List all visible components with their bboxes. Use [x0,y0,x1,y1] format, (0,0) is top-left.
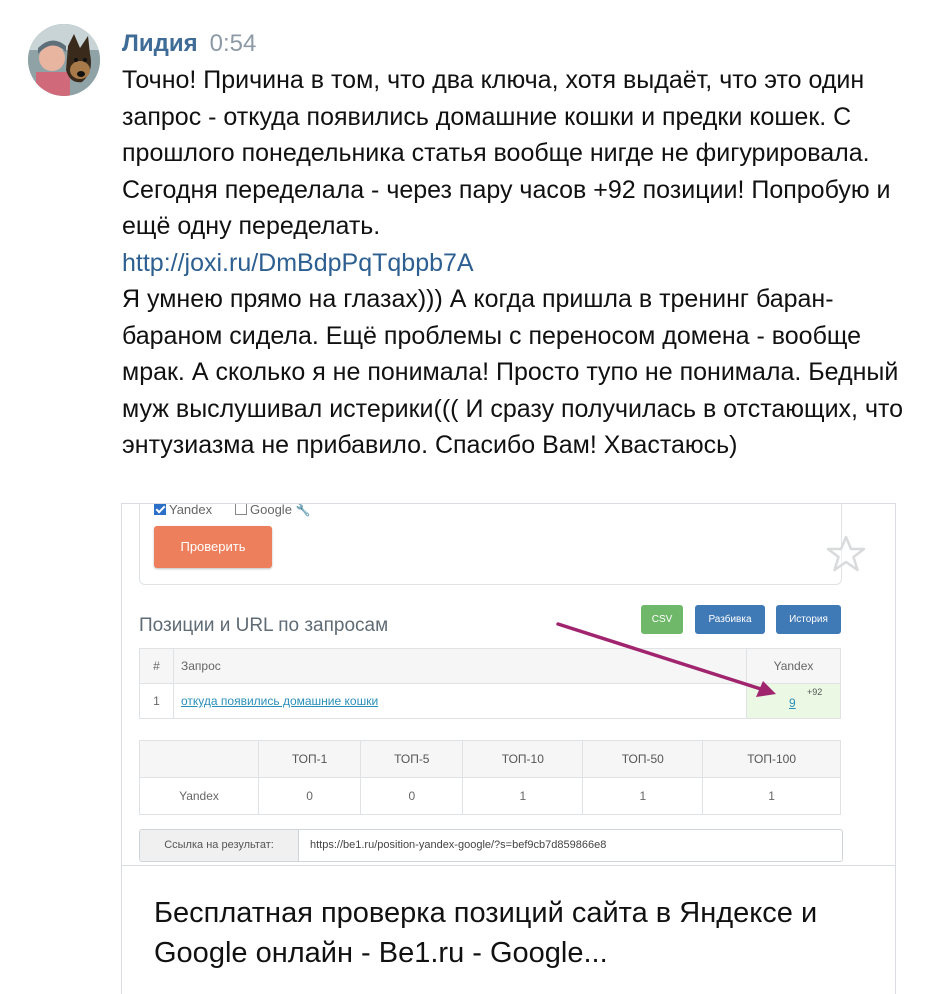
google-checkbox: Google 🔧 [235,503,311,517]
table-row: Yandex 0 0 1 1 1 [139,777,841,815]
query-table: # Запрос Yandex 1 откуда появились домаш… [139,648,841,719]
top-header: ТОП-1 [257,740,362,778]
checkbox-checked-icon [154,504,166,515]
top-cell: 0 [360,777,464,815]
top-header: ТОП-50 [582,740,704,778]
position-cell: 9 +92 [746,683,841,719]
author-name[interactable]: Лидия [122,30,198,57]
top-cell: 0 [257,777,362,815]
top-cell: 1 [582,777,704,815]
top-cell: 1 [462,777,584,815]
message-text: Точно! Причина в том, что два ключа, хот… [122,62,922,464]
message-link[interactable]: http://joxi.ru/DmBdpPqTqbpb7A [122,249,474,277]
section-title: Позиции и URL по запросам [139,615,389,636]
wrench-icon: 🔧 [295,503,311,517]
link-preview-card[interactable]: Yandex Google 🔧 Проверить Позиции и URL … [121,503,896,994]
top-header: ТОП-100 [702,740,841,778]
top-header [139,740,259,778]
message-header: Лидия 0:54 [122,30,256,58]
avatar[interactable] [28,24,100,96]
card-title[interactable]: Бесплатная проверка позиций сайта в Янде… [154,893,854,973]
check-form: Yandex Google 🔧 Проверить [139,503,842,585]
message-paragraph: Я умнею прямо на глазах))) А когда пришл… [122,285,904,459]
message-paragraph: Точно! Причина в том, что два ключа, хот… [122,66,891,240]
position-delta: +92 [807,687,823,697]
checkbox-unchecked-icon [235,504,247,515]
top-cell: Yandex [139,777,259,815]
preview-screenshot: Yandex Google 🔧 Проверить Позиции и URL … [122,504,895,864]
message-time: 0:54 [209,30,257,57]
breakdown-button: Разбивка [695,605,765,634]
csv-button: CSV [641,605,683,634]
position-value: 9 [789,696,796,710]
result-link-value: https://be1.ru/position-yandex-google/?s… [310,839,607,851]
history-button: История [776,605,841,634]
col-query: Запрос [173,648,747,684]
top-header: ТОП-10 [462,740,584,778]
check-button: Проверить [154,526,272,568]
result-link-label: Ссылка на результат: [140,830,299,861]
col-yandex: Yandex [746,648,841,684]
row-num: 1 [139,683,174,719]
col-num: # [139,648,174,684]
yandex-checkbox: Yandex [154,504,212,517]
card-caption: Бесплатная проверка позиций сайта в Янде… [122,865,895,994]
table-row: 1 откуда появились домашние кошки 9 +92 [139,683,841,719]
top-cell: 1 [702,777,841,815]
star-icon[interactable] [825,533,867,575]
query-link: откуда появились домашние кошки [181,694,379,708]
result-link-field: Ссылка на результат: https://be1.ru/posi… [139,829,843,862]
top-table: ТОП-1 ТОП-5 ТОП-10 ТОП-50 ТОП-100 Yandex… [139,740,841,815]
top-header: ТОП-5 [360,740,464,778]
